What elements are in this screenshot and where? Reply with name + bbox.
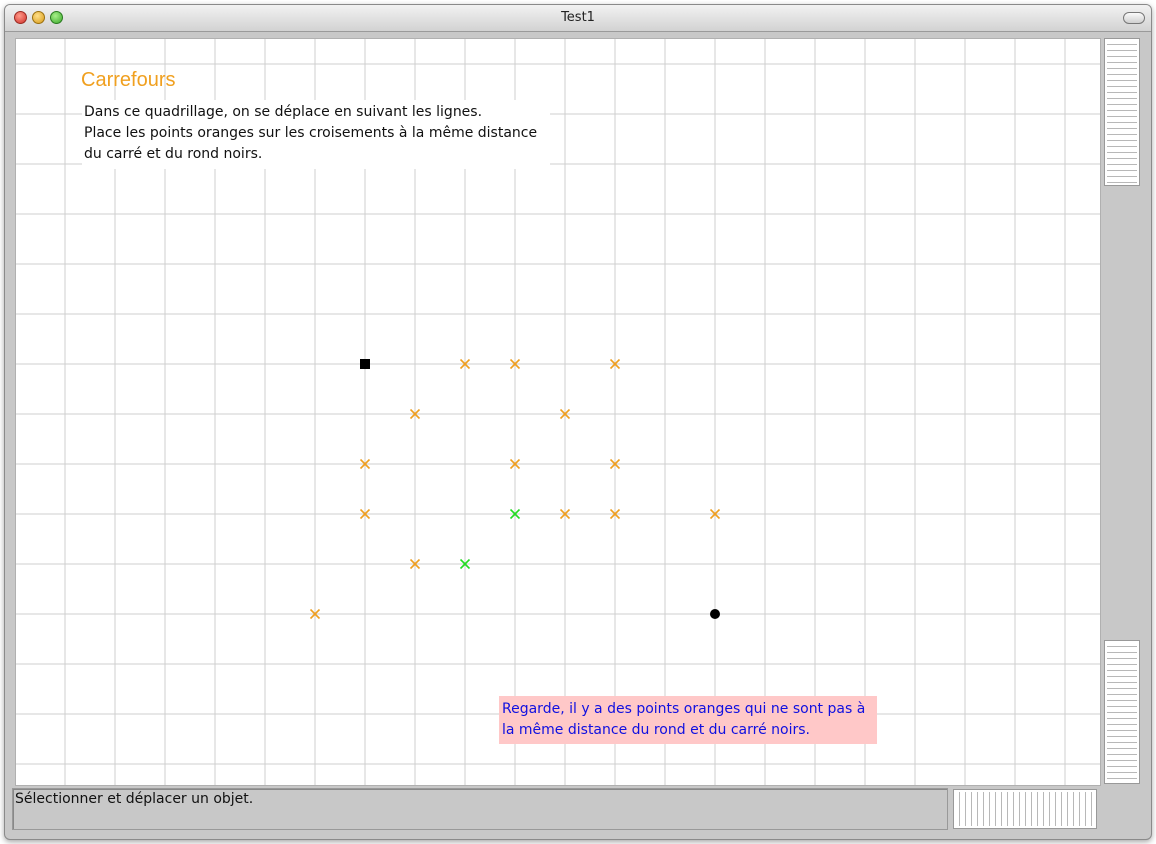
feedback-line: Regarde, il y a des points oranges qui n… xyxy=(502,701,866,717)
drawing-canvas[interactable]: Carrefours Dans ce quadrillage, on se dé… xyxy=(15,38,1101,786)
title-bar[interactable]: Test1 xyxy=(5,5,1151,32)
instructions-line: Place les points oranges sur les croisem… xyxy=(84,125,538,141)
instructions-line: du carré et du rond noirs. xyxy=(84,146,263,162)
horizontal-scroll-track[interactable] xyxy=(953,789,1097,829)
black-square-point[interactable] xyxy=(360,359,370,369)
status-text: Sélectionner et déplacer un objet. xyxy=(15,791,254,807)
toolbar-toggle-button[interactable] xyxy=(1123,12,1145,24)
feedback-message: Regarde, il y a des points oranges qui n… xyxy=(499,696,877,744)
status-bar: Sélectionner et déplacer un objet. xyxy=(12,788,948,830)
app-window: Test1 Carrefours Dans ce quadrillage, on… xyxy=(4,4,1152,840)
window-title: Test1 xyxy=(561,10,595,25)
instructions-line: Dans ce quadrillage, on se déplace en su… xyxy=(84,104,483,120)
exercise-heading: Carrefours xyxy=(81,69,176,91)
vertical-scroll-track-top[interactable] xyxy=(1104,38,1140,186)
feedback-line: la même distance du rond et du carré noi… xyxy=(502,722,810,738)
instructions-text: Dans ce quadrillage, on se déplace en su… xyxy=(82,100,550,169)
black-circle-point[interactable] xyxy=(710,609,720,619)
vertical-scroll-track-bottom[interactable] xyxy=(1104,640,1140,784)
